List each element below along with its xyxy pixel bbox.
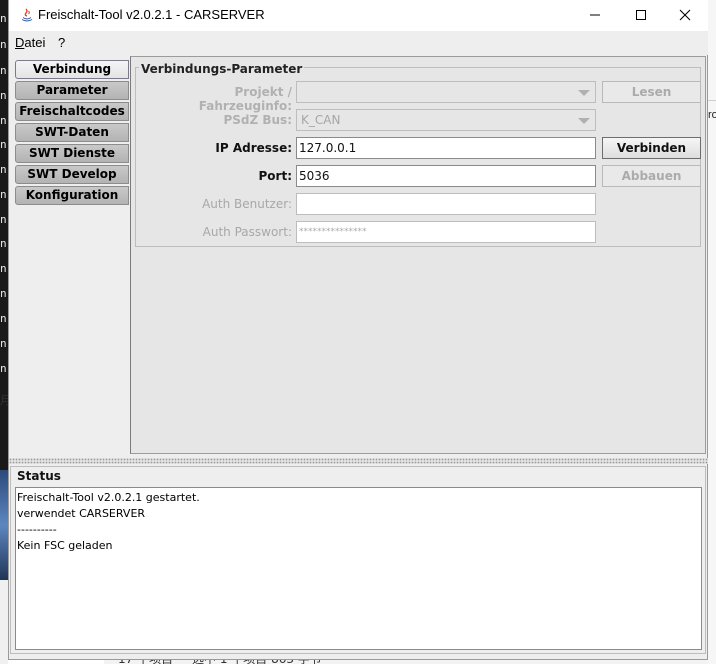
background-glyph: n <box>0 188 7 201</box>
psdz-bus-combobox[interactable]: K_CAN <box>296 109 596 131</box>
port-input[interactable] <box>296 165 596 187</box>
background-terminal-strip: n n n n n n n n n n n n n n n 月 <box>0 0 11 664</box>
maximize-icon <box>636 10 646 20</box>
background-explorer-strip: ro <box>708 0 716 664</box>
psdz-bus-value: K_CAN <box>301 113 341 127</box>
title-bar[interactable]: Freischalt-Tool v2.0.2.1 - CARSERVER <box>9 0 708 31</box>
window-title: Freischalt-Tool v2.0.2.1 - CARSERVER <box>38 7 265 22</box>
tab-freischaltcodes[interactable]: Freischaltcodes <box>15 102 129 121</box>
auth-user-input[interactable] <box>296 193 596 215</box>
status-line: Freischalt-Tool v2.0.2.1 gestartet. <box>17 491 200 504</box>
main-window: Freischalt-Tool v2.0.2.1 - CARSERVER Dat… <box>8 0 708 660</box>
tab-swt-daten[interactable]: SWT-Daten <box>15 123 129 142</box>
background-glyph: n <box>0 262 7 275</box>
menu-datei-mnemonic: D <box>15 35 25 50</box>
background-glyph: n <box>0 38 7 51</box>
maximize-button[interactable] <box>619 0 665 31</box>
status-panel: Status Freischalt-Tool v2.0.2.1 gestarte… <box>10 466 706 654</box>
tab-konfiguration[interactable]: Konfiguration <box>15 186 129 205</box>
background-glyph: n <box>0 312 7 325</box>
tab-swt-dienste[interactable]: SWT Dienste <box>15 144 129 163</box>
chevron-down-icon <box>578 118 590 124</box>
split-pane-divider[interactable] <box>9 458 708 464</box>
background-glyph: n <box>0 89 7 102</box>
status-line: Kein FSC geladen <box>17 539 113 552</box>
background-glyph: n <box>0 287 7 300</box>
minimize-icon <box>590 14 600 16</box>
menu-help[interactable]: ? <box>58 35 65 50</box>
tab-parameter[interactable]: Parameter <box>15 81 129 100</box>
connection-parameters-group: Verbindungs-Parameter Projekt / Fahrzeug… <box>135 62 701 247</box>
close-icon <box>679 9 691 21</box>
auth-password-label: Auth Passwort: <box>202 225 292 239</box>
background-glyph: n <box>0 64 7 77</box>
connect-button[interactable]: Verbinden <box>602 137 701 159</box>
background-glyph: n <box>0 114 7 127</box>
background-glyph: n <box>0 362 7 375</box>
auth-password-input[interactable] <box>296 221 596 243</box>
project-label: Projekt / Fahrzeuginfo: <box>198 85 292 113</box>
background-divider <box>708 100 716 101</box>
background-glyph: n <box>0 138 7 151</box>
background-glyph: n <box>0 237 7 250</box>
group-title: Verbindungs-Parameter <box>139 62 305 76</box>
close-button[interactable] <box>663 0 709 31</box>
chevron-down-icon <box>578 90 590 96</box>
project-combobox[interactable] <box>296 81 596 103</box>
java-app-icon <box>19 7 35 23</box>
menu-datei-label: atei <box>24 35 46 50</box>
ip-address-label: IP Adresse: <box>215 141 292 155</box>
background-glyph: n <box>0 337 7 350</box>
auth-user-label: Auth Benutzer: <box>202 197 292 211</box>
minimize-button[interactable] <box>573 0 619 31</box>
tab-verbindung[interactable]: Verbindung <box>15 60 129 79</box>
tab-content-panel: Verbindungs-Parameter Projekt / Fahrzeug… <box>130 56 706 454</box>
background-glyph: n <box>0 12 7 25</box>
tab-swt-develop[interactable]: SWT Develop <box>15 165 129 184</box>
status-line: ---------- <box>17 523 57 536</box>
status-title: Status <box>17 469 61 483</box>
port-label: Port: <box>258 169 293 183</box>
status-log[interactable]: Freischalt-Tool v2.0.2.1 gestartet. verw… <box>15 487 702 650</box>
background-panel <box>0 580 8 664</box>
menu-datei[interactable]: Datei <box>15 35 45 50</box>
background-glyph: n <box>0 213 7 226</box>
psdz-bus-label: PSdZ Bus: <box>223 113 292 127</box>
background-glyph: n <box>0 163 7 176</box>
read-button[interactable]: Lesen <box>602 81 701 103</box>
menu-bar: Datei ? <box>9 31 708 55</box>
background-image <box>0 470 8 580</box>
background-glyph: ro <box>708 109 716 121</box>
status-line: verwendet CARSERVER <box>17 507 146 520</box>
disconnect-button[interactable]: Abbauen <box>602 165 701 187</box>
ip-address-input[interactable] <box>296 137 596 159</box>
